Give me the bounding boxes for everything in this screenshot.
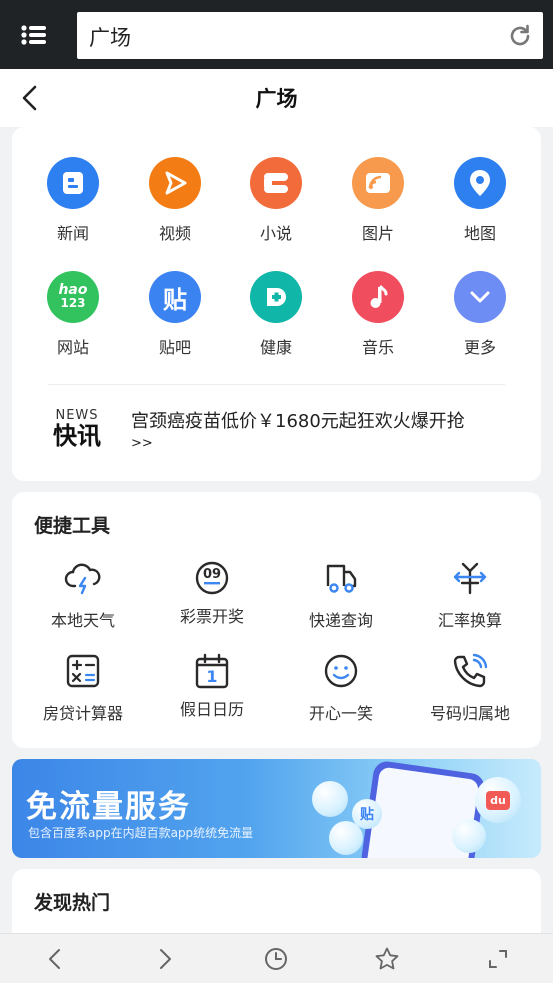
news-tag-cn: 快讯 <box>53 422 101 450</box>
tool-label: 彩票开奖 <box>179 607 244 626</box>
address-bar[interactable]: 广场 <box>77 12 543 59</box>
divider <box>48 384 505 385</box>
history-clock-icon[interactable] <box>263 946 289 972</box>
tool-mortgage-calculator[interactable]: 房贷计算器 <box>28 651 138 724</box>
bubble-decoration <box>452 819 486 853</box>
tieba-bubble-icon: 贴 <box>352 799 382 829</box>
tool-delivery[interactable]: 快递查询 <box>286 558 396 631</box>
chevron-down-icon <box>454 271 506 323</box>
reload-icon[interactable] <box>507 23 533 49</box>
smiley-icon <box>324 654 358 688</box>
tool-label: 房贷计算器 <box>42 704 123 723</box>
tool-label: 假日日历 <box>179 700 244 719</box>
tool-weather[interactable]: 本地天气 <box>28 558 138 631</box>
browser-top-bar: 广场 <box>0 0 553 69</box>
app-label: 地图 <box>463 224 496 243</box>
app-map[interactable]: 地图 <box>440 157 520 244</box>
calculator-icon <box>66 654 100 688</box>
tieba-glyph: 贴 <box>163 285 187 314</box>
tool-label: 快递查询 <box>308 611 373 630</box>
news-tag-en: NEWS <box>55 408 99 423</box>
health-icon <box>250 271 302 323</box>
tool-phone-location[interactable]: 号码归属地 <box>415 651 525 724</box>
banner-title: 免流量服务 <box>26 789 191 825</box>
app-label: 更多 <box>463 338 496 357</box>
du-bubble-icon: du <box>475 777 521 823</box>
app-label: 音乐 <box>361 338 394 357</box>
calendar-day: 1 <box>206 667 218 686</box>
app-label: 网站 <box>56 338 89 357</box>
app-images[interactable]: 图片 <box>338 157 418 244</box>
page-title: 广场 <box>255 87 298 111</box>
app-news[interactable]: 新闻 <box>33 157 113 244</box>
novel-icon <box>250 157 302 209</box>
hao123-icon: hao 123 <box>47 271 99 323</box>
du-badge: du <box>486 790 510 810</box>
currency-exchange-icon <box>453 562 487 595</box>
app-label: 贴吧 <box>158 338 191 357</box>
tool-label: 开心一笑 <box>308 704 373 723</box>
star-bookmark-icon[interactable] <box>374 946 400 972</box>
tools-card: 便捷工具 本地天气 09 彩票开奖 快递查询 汇率换算 房贷计算器 1 假日日历… <box>12 492 541 748</box>
banner-subtitle: 包含百度系app在内超百款app统统免流量 <box>28 826 254 840</box>
discover-section-title: 发现热门 <box>34 892 111 914</box>
tool-label: 汇率换算 <box>437 611 502 630</box>
tool-label: 本地天气 <box>50 611 115 630</box>
bubble-decoration <box>312 781 348 817</box>
hao123-number: 123 <box>60 296 86 310</box>
video-play-icon <box>149 157 201 209</box>
news-headline[interactable]: 宫颈癌疫苗低价￥1680元起狂欢火爆开抢 <box>131 407 465 433</box>
tool-label: 号码归属地 <box>429 704 510 723</box>
app-health[interactable]: 健康 <box>236 271 316 358</box>
tool-exchange[interactable]: 汇率换算 <box>415 558 525 631</box>
app-label: 健康 <box>259 338 292 357</box>
browser-bottom-bar <box>0 933 553 983</box>
news-icon <box>47 157 99 209</box>
app-label: 视频 <box>158 224 191 243</box>
tieba-icon: 贴 <box>149 271 201 323</box>
back-icon[interactable] <box>42 946 68 972</box>
apps-card: 新闻 视频 小说 图片 地图 hao 123 网站 贴 贴吧 健康 音乐 更多 … <box>12 127 541 481</box>
app-label: 图片 <box>361 224 394 243</box>
tool-holiday-calendar[interactable]: 1 假日日历 <box>157 651 267 720</box>
weather-cloud-icon <box>64 563 101 595</box>
tool-lottery[interactable]: 09 彩票开奖 <box>157 558 267 627</box>
calendar-icon: 1 <box>192 651 232 691</box>
music-note-icon <box>352 271 404 323</box>
app-video[interactable]: 视频 <box>135 157 215 244</box>
page-header: 广场 <box>0 69 553 127</box>
menu-list-icon[interactable] <box>16 17 52 53</box>
lottery-number: 09 <box>202 567 222 582</box>
free-data-banner[interactable]: 贴 du 免流量服务 包含百度系app在内超百款app统统免流量 <box>12 759 541 858</box>
tools-section-title: 便捷工具 <box>34 515 111 537</box>
app-more[interactable]: 更多 <box>440 271 520 358</box>
lottery-ball-icon: 09 <box>192 558 232 598</box>
address-text: 广场 <box>89 26 131 50</box>
news-more-link[interactable]: >> <box>131 436 153 451</box>
app-label: 小说 <box>259 224 292 243</box>
fullscreen-icon[interactable] <box>485 946 511 972</box>
app-music[interactable]: 音乐 <box>338 271 418 358</box>
app-label: 新闻 <box>56 224 89 243</box>
image-icon <box>352 157 404 209</box>
forward-icon[interactable] <box>152 946 178 972</box>
news-tag: NEWS 快讯 <box>52 408 102 449</box>
phone-call-icon <box>453 653 488 688</box>
app-novel[interactable]: 小说 <box>236 157 316 244</box>
app-website[interactable]: hao 123 网站 <box>33 271 113 358</box>
tieba-bubble-glyph: 贴 <box>360 807 374 823</box>
tool-joke[interactable]: 开心一笑 <box>286 651 396 724</box>
app-tieba[interactable]: 贴 贴吧 <box>135 271 215 358</box>
map-pin-icon <box>454 157 506 209</box>
delivery-truck-icon <box>326 564 357 593</box>
